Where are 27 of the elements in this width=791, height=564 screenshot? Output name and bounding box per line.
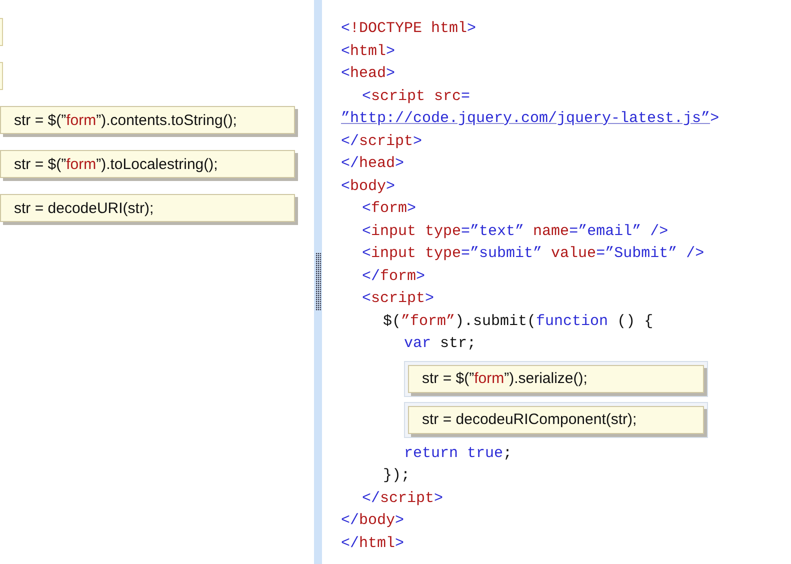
code-line: </script>	[362, 488, 444, 508]
code-line: </script>	[341, 132, 422, 152]
code-line: <input type=”submit” value=”Submit” />	[362, 244, 704, 264]
code-line: </head>	[341, 154, 404, 174]
code-line: <!DOCTYPE html>	[341, 19, 476, 39]
empty-slot	[0, 62, 3, 90]
code-line: <body>	[341, 176, 396, 196]
splitter-bar[interactable]	[314, 0, 322, 564]
code-line: <form>	[362, 199, 416, 219]
code-line: var str;	[404, 334, 476, 354]
code-line: <head>	[341, 64, 396, 84]
code-line: ”http://code.jquery.com/jquery-latest.js”>	[341, 109, 720, 129]
answer-tile[interactable]: str = $(”form”).toLocalestring();	[0, 150, 295, 178]
code-line: });	[383, 466, 410, 486]
code-line: return true;	[404, 444, 512, 464]
code-line: </body>	[341, 511, 404, 531]
code-line: <script src=	[362, 86, 470, 106]
code-line: <input type=”text” name=”email” />	[362, 222, 668, 242]
code-line: <script>	[362, 289, 434, 309]
code-line: $(”form”).submit(function () {	[383, 312, 654, 332]
answer-tile[interactable]: str = $(”form”).contents.toString();	[0, 106, 295, 134]
code-line: </form>	[362, 266, 426, 286]
code-line: <html>	[341, 42, 396, 62]
answer-tile[interactable]: str = decodeURI(str);	[0, 194, 295, 222]
empty-slot	[0, 18, 3, 46]
code-line: </html>	[341, 534, 404, 554]
grip-icon	[316, 253, 320, 311]
